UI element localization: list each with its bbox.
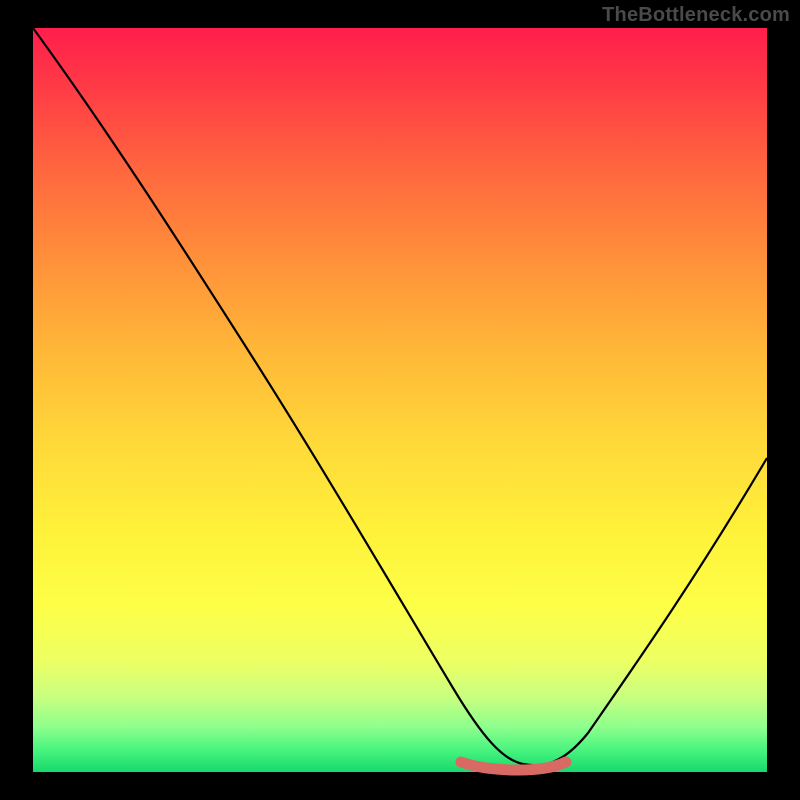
sweet-spot-band (461, 762, 566, 770)
chart-svg (33, 28, 767, 772)
plot-gradient-background (33, 28, 767, 772)
chart-frame: TheBottleneck.com (0, 0, 800, 800)
watermark-text: TheBottleneck.com (602, 4, 790, 27)
bottleneck-curve (33, 28, 767, 765)
